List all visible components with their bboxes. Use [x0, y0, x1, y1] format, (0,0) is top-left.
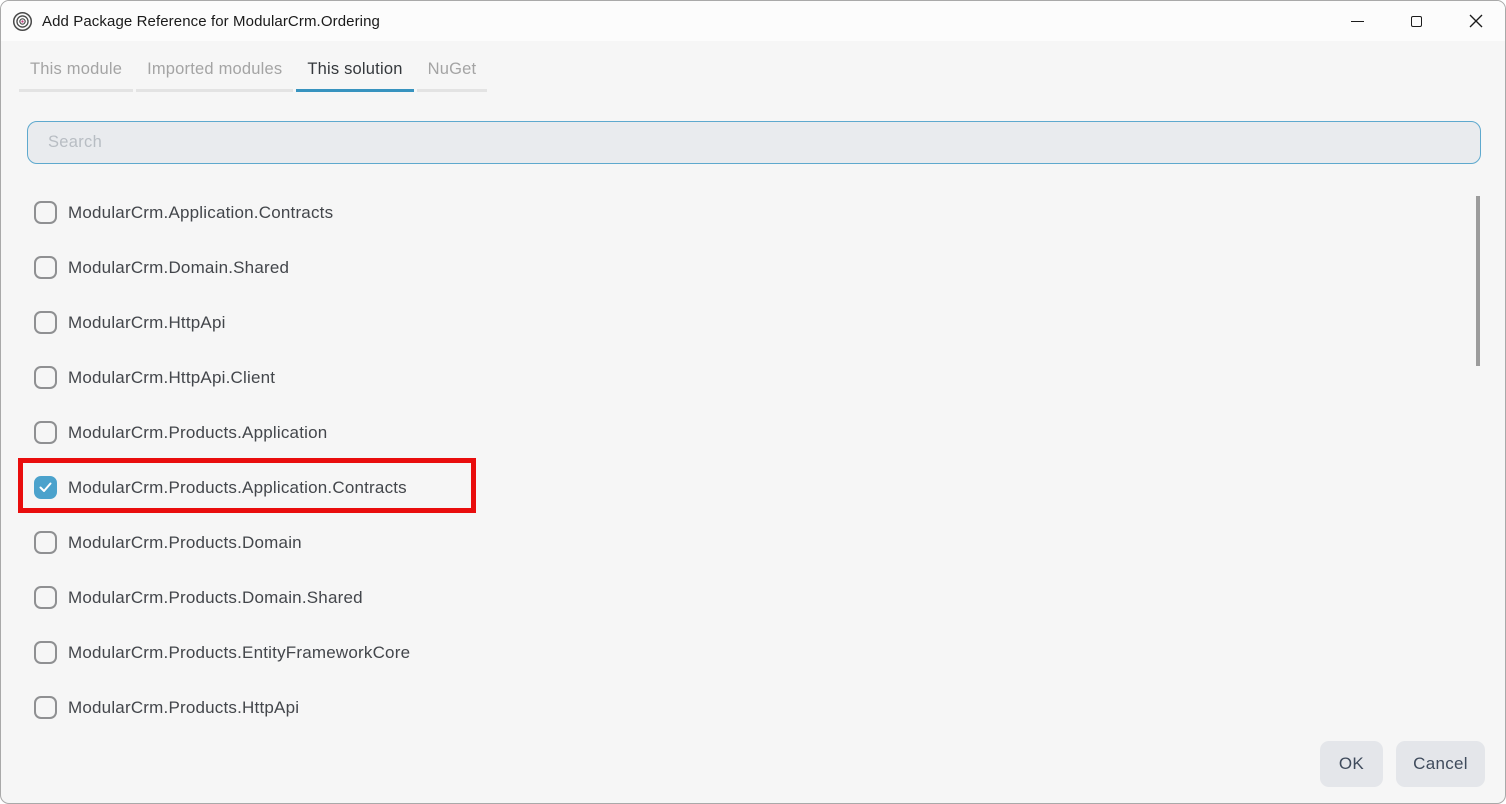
item-checkbox[interactable]	[34, 476, 57, 499]
list-item: ModularCrm.Products.Application.Contract…	[1, 460, 1505, 515]
item-checkbox[interactable]	[34, 366, 57, 389]
list-item: ModularCrm.Products.HttpApi	[1, 680, 1505, 735]
minimize-icon	[1351, 21, 1364, 22]
dialog-window: Add Package Reference for ModularCrm.Ord…	[0, 0, 1506, 804]
item-checkbox[interactable]	[34, 531, 57, 554]
titlebar: Add Package Reference for ModularCrm.Ord…	[1, 1, 1505, 41]
window-controls	[1328, 1, 1505, 41]
list-item: ModularCrm.Products.Domain	[1, 515, 1505, 570]
search-input[interactable]	[27, 121, 1481, 164]
list-item: ModularCrm.Domain.Shared	[1, 240, 1505, 295]
tab-this-solution[interactable]: This solution	[296, 49, 413, 92]
item-checkbox[interactable]	[34, 201, 57, 224]
item-checkbox[interactable]	[34, 586, 57, 609]
close-button[interactable]	[1446, 1, 1505, 41]
close-icon	[1469, 14, 1483, 28]
ok-button[interactable]: OK	[1320, 741, 1383, 787]
item-label[interactable]: ModularCrm.HttpApi	[68, 313, 226, 333]
maximize-icon	[1411, 16, 1422, 27]
item-checkbox[interactable]	[34, 256, 57, 279]
item-label[interactable]: ModularCrm.HttpApi.Client	[68, 368, 275, 388]
minimize-button[interactable]	[1328, 1, 1387, 41]
list-item: ModularCrm.HttpApi.Client	[1, 350, 1505, 405]
item-checkbox[interactable]	[34, 696, 57, 719]
item-label[interactable]: ModularCrm.Products.Domain.Shared	[68, 588, 363, 608]
list-item: ModularCrm.Products.EntityFrameworkCore	[1, 625, 1505, 680]
list-item: ModularCrm.Products.Application	[1, 405, 1505, 460]
tab-this-module[interactable]: This module	[19, 49, 133, 92]
item-label[interactable]: ModularCrm.Products.Application	[68, 423, 327, 443]
item-checkbox[interactable]	[34, 641, 57, 664]
item-label[interactable]: ModularCrm.Products.Domain	[68, 533, 302, 553]
footer: OK Cancel	[1320, 741, 1485, 787]
cancel-button[interactable]: Cancel	[1396, 741, 1485, 787]
package-list: ModularCrm.Application.Contracts Modular…	[1, 185, 1505, 735]
list-item: ModularCrm.HttpApi	[1, 295, 1505, 350]
item-label[interactable]: ModularCrm.Products.EntityFrameworkCore	[68, 643, 410, 663]
item-checkbox[interactable]	[34, 421, 57, 444]
list-item: ModularCrm.Application.Contracts	[1, 185, 1505, 240]
list-item: ModularCrm.Products.Domain.Shared	[1, 570, 1505, 625]
item-label[interactable]: ModularCrm.Domain.Shared	[68, 258, 289, 278]
scrollbar-thumb[interactable]	[1476, 196, 1480, 366]
item-label[interactable]: ModularCrm.Products.Application.Contract…	[68, 478, 407, 498]
tab-bar: This moduleImported modulesThis solution…	[1, 49, 1505, 92]
tab-nuget[interactable]: NuGet	[417, 49, 488, 92]
maximize-button[interactable]	[1387, 1, 1446, 41]
app-icon	[12, 11, 33, 32]
window-title: Add Package Reference for ModularCrm.Ord…	[42, 13, 380, 30]
item-checkbox[interactable]	[34, 311, 57, 334]
item-label[interactable]: ModularCrm.Products.HttpApi	[68, 698, 299, 718]
item-label[interactable]: ModularCrm.Application.Contracts	[68, 203, 333, 223]
tab-imported-modules[interactable]: Imported modules	[136, 49, 293, 92]
check-icon	[39, 482, 52, 493]
